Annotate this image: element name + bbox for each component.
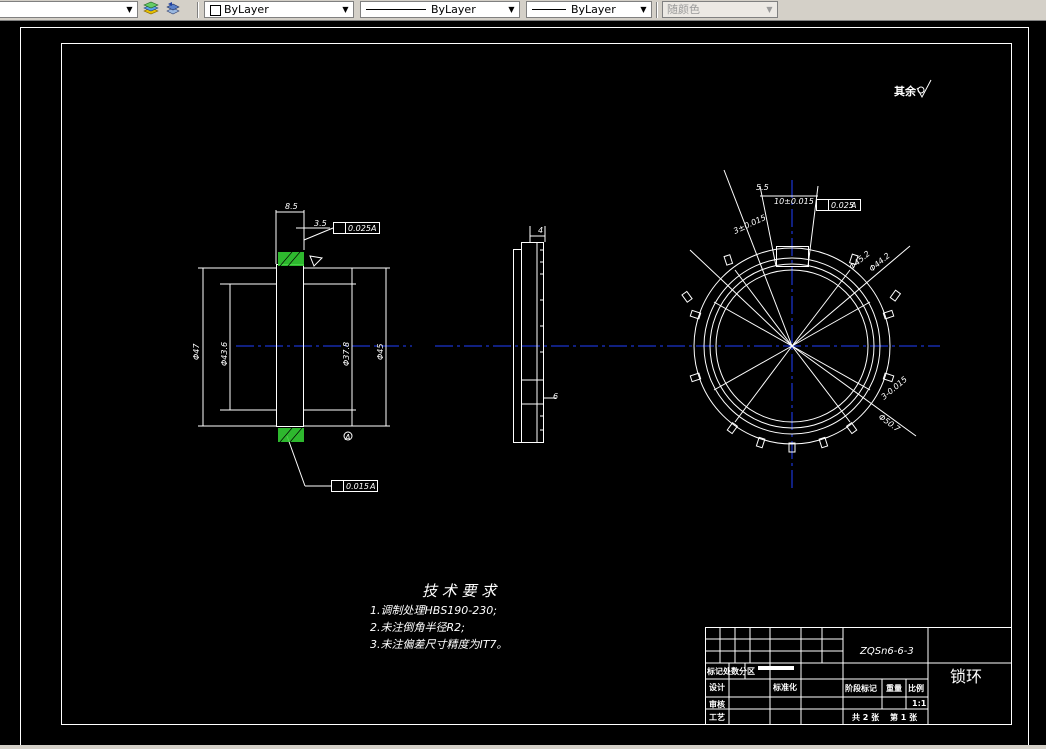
layer-dropdown[interactable]: ▼ [0,1,138,18]
dim-4: 4 [538,226,543,235]
lineweight-combo-label: ByLayer [571,3,616,16]
sheet-border [20,27,1029,746]
lineweight-control-dropdown[interactable]: ByLayer ▼ [526,1,652,18]
middle-side-view: 4 6 [513,226,558,443]
part-name: 锁环 [950,667,982,686]
row-label-process: 工艺 [709,712,725,722]
toolbar-separator [656,2,658,18]
sheet-number: 第 1 张 [890,712,918,722]
color-swatch [210,5,221,16]
tech-requirement-1: 1.调制处理HBS190-230; [370,604,497,617]
tech-requirement-2: 2.未注倒角半径R2; [370,621,465,634]
plotstyle-control-dropdown: 随颜色 ▼ [662,1,778,18]
status-bar [0,745,1046,749]
row-label-zone: 区 [747,667,755,676]
chevron-down-icon: ▼ [640,5,647,14]
dim-d44-2: Φ44.2 [868,251,892,273]
right-front-view: 5.5 10±0.015 0.025 A 3±0.015 Φ45.2 Φ44.2… [681,169,917,488]
surface-finish-note: 其余 [894,84,917,98]
dim-8-5: 8.5 [285,202,298,211]
left-section-view: 8.5 3.5 0.025 A Φ47 Φ43.6 Φ37.8 Φ45 A 0.… [192,202,940,492]
toolbar-separator [197,2,199,18]
row-label-design: 设计 [709,682,725,692]
chevron-down-icon: ▼ [342,5,349,14]
dim-d47: Φ47 [192,343,201,360]
plotstyle-combo-label: 随颜色 [667,3,700,16]
dim-3-5: 3.5 [314,219,327,228]
datum-ref: A [370,224,376,233]
dim-d45: Φ45 [376,344,385,360]
tech-requirements-title: 技 术 要 求 [422,582,498,600]
technical-requirements: 技 术 要 求 1.调制处理HBS190-230; 2.未注倒角半径R2; 3.… [370,582,507,651]
linetype-sample-line [366,9,426,10]
tol-value: 0.025 [348,224,371,233]
dim-10-tol: 10±0.015 [774,197,814,206]
datum-label: A [344,433,350,442]
make-object-layer-current-icon[interactable] [142,1,160,18]
lineweight-sample-line [532,9,566,10]
linetype-control-dropdown[interactable]: ByLayer ▼ [360,1,520,18]
drawing-canvas[interactable]: 其余 8.5 3.5 0.025 A Φ47 Φ43.6 Φ37.8 Φ45 A… [0,21,1046,746]
title-block: 标记处数分 区 设计 标准化 审核 工艺 阶段标记 重量 比例 1:1 共 2 … [705,627,1012,725]
dim-d43-6: Φ43.6 [220,342,229,366]
chevron-down-icon: ▼ [766,5,773,14]
datum-ref-2: A [369,482,375,491]
row-label-standard: 标准化 [772,682,797,692]
tech-requirement-3: 3.未注偏差尺寸精度为IT7。 [370,638,507,651]
sheet-total: 共 2 张 [852,712,880,722]
chevron-down-icon: ▼ [126,5,133,14]
row-label-review: 审核 [709,699,725,709]
properties-toolbar: ▼ ByLayer ▼ ByLayer ▼ ByLayer ▼ 随颜色 ▼ [0,0,1046,21]
chevron-down-icon: ▼ [508,5,515,14]
weight-label: 重量 [886,683,902,693]
scale-label: 比例 [908,683,924,693]
layer-previous-icon[interactable] [164,1,182,18]
datum-ref-3: A [850,201,856,210]
color-combo-label: ByLayer [224,3,269,16]
tol-value-2: 0.015 [346,482,369,491]
material-text: ZQSn6-6-3 [859,646,914,657]
stage-label: 阶段标记 [845,683,877,693]
dim-3-tol: 3±0.015 [732,213,767,236]
dim-6: 6 [553,392,558,401]
dim-d37-8: Φ37.8 [342,342,351,366]
color-control-dropdown[interactable]: ByLayer ▼ [204,1,354,18]
surface-finish-symbol: 其余 [894,79,932,99]
linetype-combo-label: ByLayer [431,3,476,16]
dim-5-5: 5.5 [756,183,769,192]
row-label-mark: 标记处数分 [706,666,747,676]
scale-value: 1:1 [912,699,927,708]
dim-d50-7: Φ50.7 [877,412,903,434]
